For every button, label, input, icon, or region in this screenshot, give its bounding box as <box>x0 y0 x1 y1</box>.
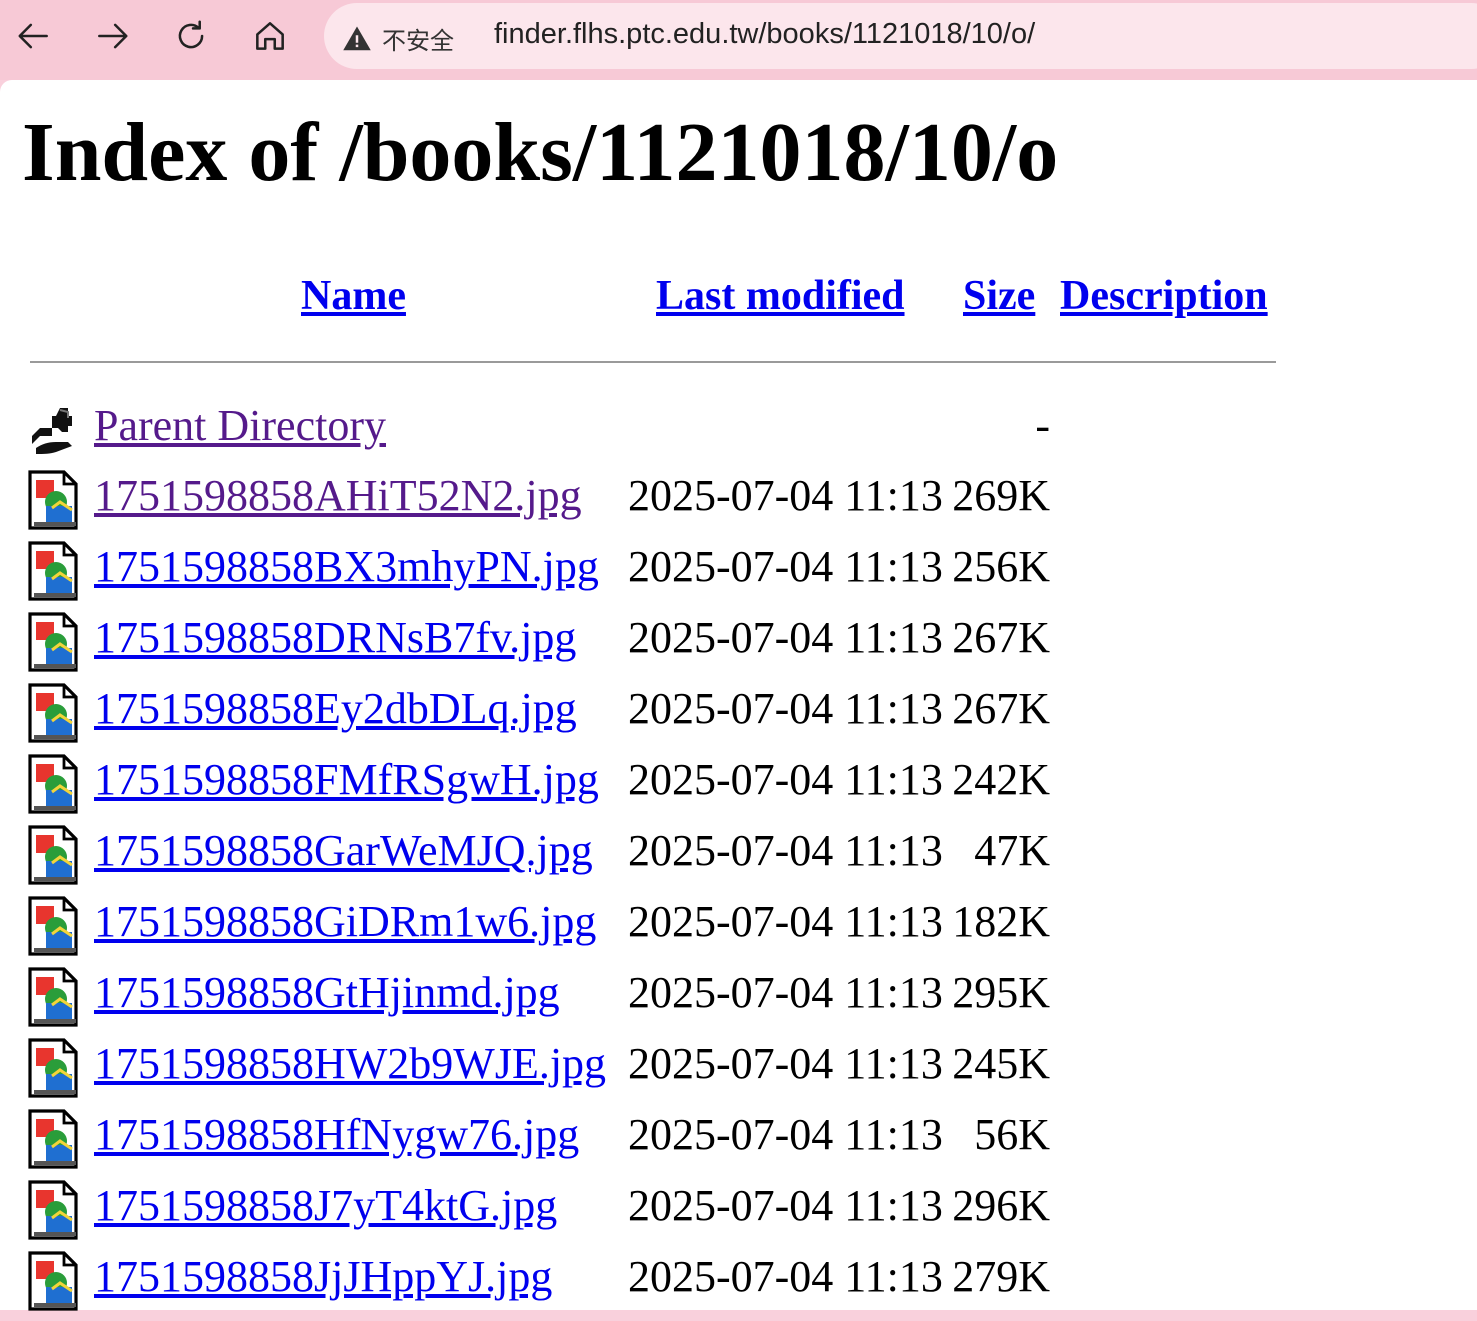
file-row: 1751598858GarWeMJQ.jpg 2025-07-04 11:13 … <box>0 825 1277 895</box>
image-file-icon <box>28 1180 78 1240</box>
file-size: 279K <box>952 1252 1050 1301</box>
file-row: 1751598858FMfRSgwH.jpg 2025-07-04 11:13 … <box>0 754 1277 824</box>
file-modified: 2025-07-04 11:13 <box>628 542 943 591</box>
security-label: 不安全 <box>382 28 454 55</box>
file-link[interactable]: 1751598858BX3mhyPN.jpg <box>94 541 599 592</box>
image-file-icon <box>28 825 78 885</box>
file-modified: 2025-07-04 11:13 <box>628 613 943 662</box>
file-size: 47K <box>974 826 1050 875</box>
file-size: 56K <box>974 1110 1050 1159</box>
arrow-right-icon <box>98 23 128 49</box>
image-file-icon <box>28 1109 78 1169</box>
warning-icon <box>343 26 371 50</box>
image-file-icon <box>28 1038 78 1098</box>
file-modified: 2025-07-04 11:13 <box>628 1110 943 1159</box>
image-file-icon <box>28 470 78 530</box>
image-file-icon <box>28 541 78 601</box>
file-size: 242K <box>952 755 1050 804</box>
file-modified: 2025-07-04 11:13 <box>628 684 943 733</box>
home-button[interactable] <box>246 12 294 60</box>
file-size: 295K <box>952 968 1050 1017</box>
file-modified: 2025-07-04 11:13 <box>628 471 943 520</box>
file-link[interactable]: 1751598858HW2b9WJE.jpg <box>94 1038 606 1089</box>
image-file-icon <box>28 612 78 672</box>
file-row: 1751598858HfNygw76.jpg 2025-07-04 11:13 … <box>0 1109 1277 1179</box>
file-row: 1751598858GiDRm1w6.jpg 2025-07-04 11:13 … <box>0 896 1277 966</box>
image-file-icon <box>28 896 78 956</box>
back-button[interactable] <box>10 12 58 60</box>
page-title: Index of /books/1121018/10/o <box>22 106 1059 199</box>
file-link[interactable]: 1751598858AHiT52N2.jpg <box>94 470 582 521</box>
file-link[interactable]: 1751598858GtHjinmd.jpg <box>94 967 560 1018</box>
sort-by-description-link[interactable]: Description <box>1060 272 1268 320</box>
address-bar[interactable]: 不安全 finder.flhs.ptc.edu.tw/books/1121018… <box>324 3 1477 69</box>
arrow-left-icon <box>18 23 48 49</box>
file-link[interactable]: 1751598858JjJHppYJ.jpg <box>94 1251 552 1302</box>
file-row: 1751598858HW2b9WJE.jpg 2025-07-04 11:13 … <box>0 1038 1277 1108</box>
sort-by-last-modified-link[interactable]: Last modified <box>656 272 905 320</box>
file-modified: 2025-07-04 11:13 <box>628 826 943 875</box>
file-link[interactable]: 1751598858HfNygw76.jpg <box>94 1109 579 1160</box>
file-row: 1751598858J7yT4ktG.jpg 2025-07-04 11:13 … <box>0 1180 1277 1250</box>
file-size: 267K <box>952 684 1050 733</box>
parent-size: - <box>1035 401 1050 450</box>
image-file-icon <box>28 683 78 743</box>
file-row: 1751598858DRNsB7fv.jpg 2025-07-04 11:13 … <box>0 612 1277 682</box>
file-modified: 2025-07-04 11:13 <box>628 1039 943 1088</box>
sort-by-name-link[interactable]: Name <box>301 272 406 320</box>
file-modified: 2025-07-04 11:13 <box>628 755 943 804</box>
file-modified: 2025-07-04 11:13 <box>628 1252 943 1301</box>
file-link[interactable]: 1751598858GiDRm1w6.jpg <box>94 896 596 947</box>
sort-by-size-link[interactable]: Size <box>963 272 1035 320</box>
home-icon <box>256 22 284 50</box>
file-size: 256K <box>952 542 1050 591</box>
file-link[interactable]: 1751598858GarWeMJQ.jpg <box>94 825 593 876</box>
parent-directory-row: Parent Directory - <box>0 400 1277 470</box>
reload-icon <box>178 20 204 49</box>
back-folder-icon <box>32 408 72 454</box>
file-row: 1751598858AHiT52N2.jpg 2025-07-04 11:13 … <box>0 470 1277 540</box>
parent-directory-link[interactable]: Parent Directory <box>94 400 386 451</box>
divider <box>30 361 1276 363</box>
file-size: 296K <box>952 1181 1050 1230</box>
file-row: 1751598858BX3mhyPN.jpg 2025-07-04 11:13 … <box>0 541 1277 611</box>
file-size: 182K <box>952 897 1050 946</box>
forward-button[interactable] <box>88 12 136 60</box>
file-modified: 2025-07-04 11:13 <box>628 1181 943 1230</box>
file-link[interactable]: 1751598858Ey2dbDLq.jpg <box>94 683 577 734</box>
file-modified: 2025-07-04 11:13 <box>628 968 943 1017</box>
file-size: 267K <box>952 613 1050 662</box>
file-modified: 2025-07-04 11:13 <box>628 897 943 946</box>
file-row: 1751598858Ey2dbDLq.jpg 2025-07-04 11:13 … <box>0 683 1277 753</box>
reload-button[interactable] <box>167 12 215 60</box>
page-content: Index of /books/1121018/10/o Name Last m… <box>0 80 1477 1311</box>
image-file-icon <box>28 967 78 1027</box>
file-link[interactable]: 1751598858FMfRSgwH.jpg <box>94 754 599 805</box>
file-size: 245K <box>952 1039 1050 1088</box>
file-link[interactable]: 1751598858DRNsB7fv.jpg <box>94 612 576 663</box>
file-row: 1751598858JjJHppYJ.jpg 2025-07-04 11:13 … <box>0 1251 1277 1321</box>
file-link[interactable]: 1751598858J7yT4ktG.jpg <box>94 1180 557 1231</box>
file-size: 269K <box>952 471 1050 520</box>
security-indicator[interactable]: 不安全 <box>342 21 454 56</box>
browser-toolbar: 不安全 finder.flhs.ptc.edu.tw/books/1121018… <box>0 0 1477 80</box>
image-file-icon <box>28 1251 78 1311</box>
file-row: 1751598858GtHjinmd.jpg 2025-07-04 11:13 … <box>0 967 1277 1037</box>
url-text[interactable]: finder.flhs.ptc.edu.tw/books/1121018/10/… <box>494 18 1035 51</box>
image-file-icon <box>28 754 78 814</box>
